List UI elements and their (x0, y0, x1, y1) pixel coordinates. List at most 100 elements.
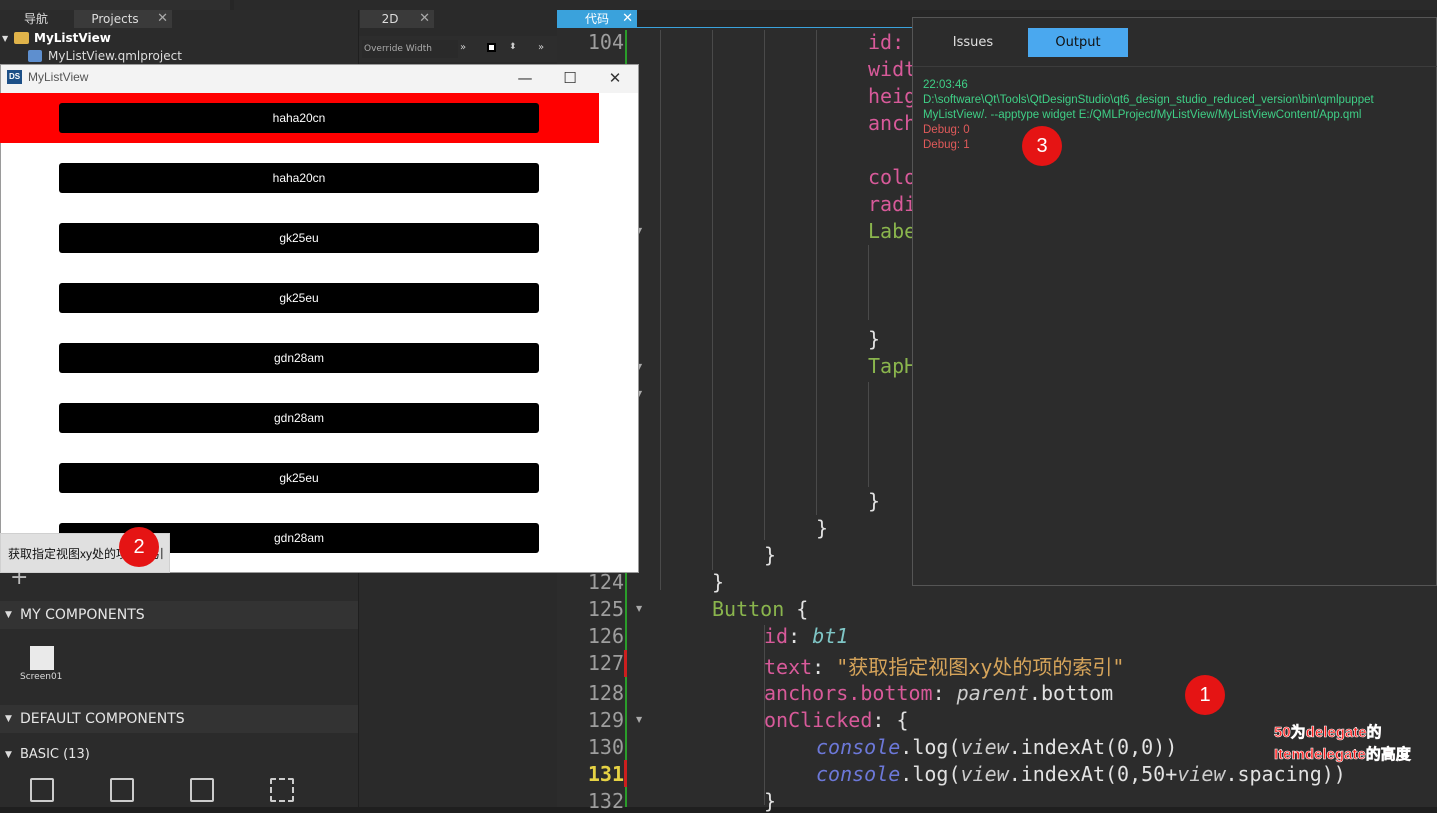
tab-issues[interactable]: Issues (930, 29, 1016, 57)
callout-badge-2: 2 (119, 527, 159, 567)
code-token: .indexAt(0,50+ (1008, 762, 1178, 786)
tab-navigator-label: 导航 (23, 12, 48, 26)
code-line: } (868, 327, 880, 351)
line-number-current: 131 (587, 762, 624, 786)
code-line: id: bt1 (764, 624, 848, 648)
code-line: onClicked: { (764, 708, 909, 732)
code-token: "获取指定视图xy处的项的索引" (836, 655, 1125, 679)
code-line: Button { (712, 597, 808, 621)
fold-arrow-icon[interactable]: ▼ (636, 715, 642, 724)
fold-arrow-icon[interactable]: ▼ (636, 604, 642, 613)
collapse-arrow-icon: ▼ (5, 750, 12, 760)
tab-2d[interactable]: 2D ✕ (360, 10, 434, 28)
list-item[interactable]: gk25eu (59, 223, 539, 253)
list-item[interactable]: gk25eu (59, 283, 539, 313)
collapse-arrow-icon: ▼ (5, 714, 12, 724)
indent-guide (868, 245, 869, 320)
divider (913, 66, 1437, 67)
code-token: .indexAt(0,0)) (1008, 735, 1178, 759)
spinner-icon[interactable]: ⬍ (509, 42, 517, 52)
more-chevron-icon[interactable]: » (538, 42, 544, 53)
code-token: .spacing)) (1225, 762, 1346, 786)
close-icon[interactable]: ✕ (157, 10, 168, 28)
indent-guide (660, 30, 661, 590)
close-icon[interactable]: ✕ (419, 10, 430, 28)
indent-guide (764, 30, 765, 540)
expand-arrow-icon[interactable]: ▼ (2, 34, 8, 43)
tab-projects[interactable]: Projects ✕ (74, 10, 172, 28)
code-token: Button (712, 597, 785, 621)
minimize-icon[interactable]: — (502, 66, 548, 90)
code-token: console (816, 762, 901, 786)
tree-root-label[interactable]: MyListView (34, 31, 111, 45)
code-token: anch (868, 111, 917, 135)
code-token: id (764, 624, 789, 648)
top-bar-segment (234, 0, 1437, 10)
list-item[interactable]: haha20cn (59, 103, 539, 133)
section-default-components-label: DEFAULT COMPONENTS (20, 711, 185, 727)
image-stack-icon[interactable] (110, 778, 134, 802)
tab-navigator[interactable]: 导航 (0, 10, 72, 28)
code-line: radi (868, 192, 916, 216)
folder-icon (14, 32, 29, 44)
section-my-components-label: MY COMPONENTS (20, 607, 145, 623)
mouse-area-icon[interactable] (270, 778, 294, 802)
override-width-field[interactable]: Override Width (362, 40, 458, 58)
code-line: console.log(view.indexAt(0,0)) (816, 735, 1177, 759)
output-line: Debug: 1 (923, 139, 970, 151)
indent-guide (712, 30, 713, 570)
top-bar-segment (0, 0, 230, 10)
code-token: .log( (900, 735, 961, 759)
code-token: { (784, 597, 809, 621)
tab-output[interactable]: Output (1028, 28, 1128, 57)
change-marker (624, 760, 627, 787)
list-item[interactable]: gdn28am (59, 403, 539, 433)
code-line: id: (868, 30, 904, 54)
tab-code-label: 代码 (585, 12, 610, 26)
line-number: 132 (587, 789, 624, 813)
screen-label: Screen01 (20, 672, 63, 682)
maximize-icon[interactable]: ☐ (547, 66, 593, 90)
line-number: 128 (587, 681, 624, 705)
code-token: view (960, 762, 1009, 786)
tab-projects-label: Projects (91, 12, 139, 26)
output-line: Debug: 0 (923, 124, 970, 136)
close-icon[interactable]: ✕ (622, 10, 633, 28)
code-token: widt (868, 57, 917, 81)
tree-child-label[interactable]: MyListView.qmlproject (48, 49, 182, 63)
code-line: TapH (868, 354, 916, 378)
list-item[interactable]: gk25eu (59, 463, 539, 493)
border-image-icon[interactable] (190, 778, 214, 802)
code-token: : (788, 624, 813, 648)
tab-code[interactable]: 代码 ✕ (557, 10, 637, 28)
section-my-components[interactable]: ▼ MY COMPONENTS (0, 601, 358, 629)
code-line: Labe (868, 219, 916, 243)
list-item[interactable]: gdn28am (59, 343, 539, 373)
section-basic-label: BASIC (13) (20, 747, 90, 762)
screen-thumbnail[interactable] (30, 646, 54, 670)
section-default-components[interactable]: ▼ DEFAULT COMPONENTS (0, 705, 358, 733)
close-icon[interactable]: ✕ (592, 66, 638, 90)
top-bar (0, 0, 1437, 10)
image-icon[interactable] (30, 778, 54, 802)
code-line: widt (868, 57, 916, 81)
code-line: anchors.bottom: parent.bottom (764, 681, 1113, 705)
code-line: console.log(view.indexAt(0,50+view.spaci… (816, 762, 1346, 786)
background-color-icon[interactable] (487, 43, 496, 52)
output-line: 22:03:46 (923, 79, 968, 91)
ds-logo-icon: DS (7, 70, 22, 84)
code-token: colo (868, 165, 917, 189)
code-token: console (816, 735, 901, 759)
chevron-right-icon[interactable]: » (460, 42, 466, 53)
output-line: D:\software\Qt\Tools\QtDesignStudio\qt6_… (923, 94, 1374, 106)
code-token: view (960, 735, 1009, 759)
code-token: onClicked (764, 708, 873, 732)
tab-2d-label: 2D (381, 12, 399, 26)
code-token: Labe (868, 219, 917, 243)
list-item[interactable]: haha20cn (59, 163, 539, 193)
code-token: : { (872, 708, 909, 732)
indent-guide (816, 30, 817, 515)
indent-guide (868, 382, 869, 487)
section-basic[interactable]: ▼ BASIC (13) (0, 741, 358, 769)
code-line: } (712, 570, 725, 594)
